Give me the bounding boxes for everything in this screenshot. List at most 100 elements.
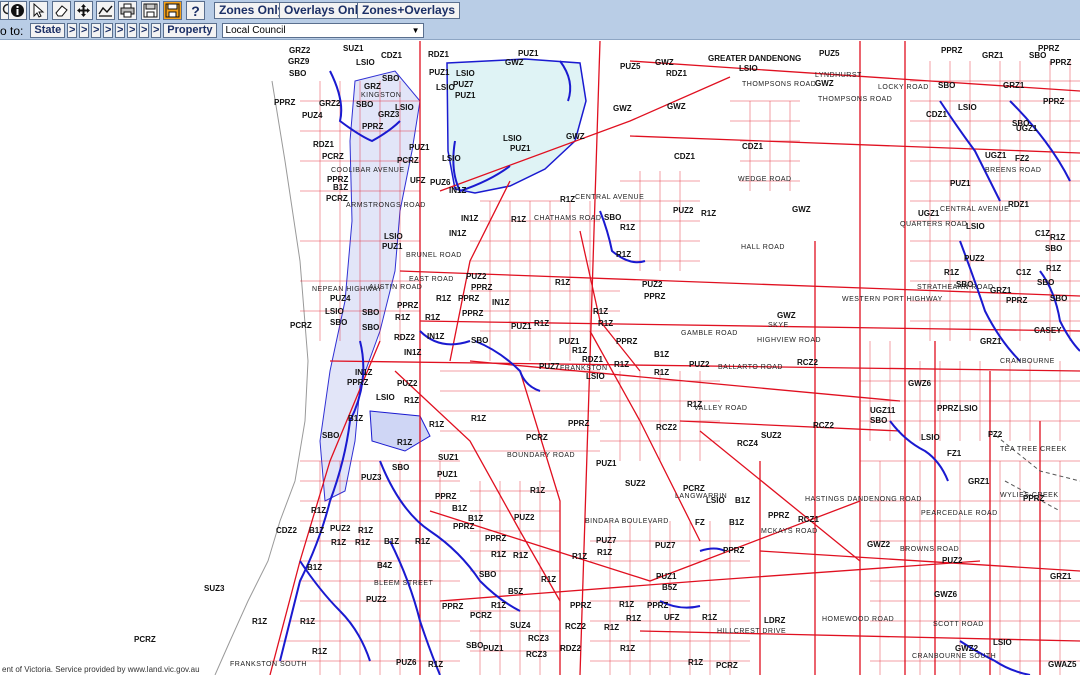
zone-label: GWZ — [777, 311, 796, 320]
road-label: BLEEM STREET — [374, 580, 434, 587]
road-label: LYNDHURST — [815, 72, 862, 79]
zone-label: PUZ2 — [964, 254, 985, 263]
zone-label: SBO — [471, 336, 489, 345]
property-button[interactable]: Property — [163, 23, 217, 38]
nav-arrow-button[interactable]: > — [79, 23, 90, 38]
nav-arrow-button[interactable]: > — [151, 23, 162, 38]
zone-label: SBO — [330, 318, 348, 327]
zone-label: PPRZ — [723, 546, 745, 555]
road-label: PEARCEDALE ROAD — [921, 510, 998, 517]
copyright-text: ent of Victoria. Service provided by www… — [0, 664, 202, 675]
zone-label: SBO — [479, 570, 497, 579]
zone-label: CASEY — [1034, 326, 1062, 335]
save-button[interactable] — [141, 1, 160, 20]
pan-tool-button[interactable] — [74, 1, 93, 20]
goto-bar: o to: State > > > > > > > > Property Loc… — [0, 23, 424, 38]
road-label: HILLCREST DRIVE — [717, 628, 787, 635]
zone-label: R1Z — [425, 313, 441, 322]
zone-label: LSIO — [325, 307, 344, 316]
zone-label: R1Z — [619, 600, 635, 609]
zone-label: PCRZ — [526, 433, 548, 442]
zone-label: PUZ2 — [330, 524, 351, 533]
zone-label: R1Z — [598, 319, 614, 328]
zone-label: R1Z — [1046, 264, 1062, 273]
zone-label: B1Z — [452, 504, 468, 513]
select-pointer-button[interactable] — [29, 1, 48, 20]
zone-label: PUZ3 — [361, 473, 382, 482]
zone-label: IN1Z — [427, 332, 445, 341]
layer-select-value: Local Council — [225, 25, 286, 36]
layer-select[interactable]: Local Council ▼ — [221, 23, 424, 38]
state-button[interactable]: State — [30, 23, 66, 38]
save-as-button[interactable] — [163, 1, 182, 20]
zone-label: PCRZ — [290, 321, 312, 330]
zone-label: R1Z — [415, 537, 431, 546]
zone-label: GRZ9 — [288, 57, 310, 66]
road-label: MCKAYS ROAD — [761, 528, 818, 535]
zone-label: GRZ1 — [982, 51, 1004, 60]
zone-label: R1Z — [620, 644, 636, 653]
eraser-button[interactable] — [52, 1, 71, 20]
zone-label: PPRZ — [570, 601, 592, 610]
pan-tool-icon — [77, 4, 90, 17]
zone-label: PPRZ — [647, 601, 669, 610]
help-button[interactable]: ? — [186, 1, 205, 20]
zone-label: R1Z — [701, 209, 717, 218]
zone-label: IN1Z — [355, 368, 373, 377]
planning-map[interactable]: GRZ2 SUZ1 RDZ1 PUZ1 PUZ5 GWZ PUZ5 PPRZ GRZ9 SBO CD… — [0, 41, 1080, 675]
zone-label: R1Z — [620, 223, 636, 232]
road-label: WYLIES CREEK — [1000, 492, 1059, 499]
zone-label: PUZ5 — [819, 49, 840, 58]
measure-tool-button[interactable] — [96, 1, 115, 20]
zone-label: PPRZ — [435, 492, 457, 501]
zones-overlays-button[interactable]: Zones+Overlays — [357, 2, 461, 19]
zone-label: RCZ2 — [656, 423, 677, 432]
zone-label: PUZ2 — [514, 513, 535, 522]
zone-label: LDRZ — [764, 616, 786, 625]
zone-label: RCZ3 — [526, 650, 547, 659]
nav-arrow-button[interactable]: > — [103, 23, 114, 38]
nav-arrow-button[interactable]: > — [91, 23, 102, 38]
zone-label: CDZ2 — [276, 526, 297, 535]
zone-label: B1Z — [729, 518, 745, 527]
zone-label: FZ2 — [1015, 154, 1030, 163]
zone-label: R1Z — [428, 660, 444, 669]
zone-label: GWZ2 — [867, 540, 891, 549]
zone-label: PUZ6 — [430, 178, 451, 187]
zone-label: R1Z — [252, 617, 268, 626]
zone-label: GWZ — [613, 104, 632, 113]
road-label: TEA TREE CREEK — [1000, 446, 1067, 453]
zone-label: R1Z — [397, 438, 413, 447]
zone-label: IN1Z — [461, 214, 479, 223]
zone-label: GWZ — [566, 132, 585, 141]
zone-label: GRZ1 — [1003, 81, 1025, 90]
zone-label: SBO — [1037, 278, 1055, 287]
info-tool-button[interactable] — [8, 1, 27, 20]
zone-label: RCZ2 — [813, 421, 834, 430]
zone-label: LSIO — [356, 58, 375, 67]
zone-label: PPRZ — [362, 122, 384, 131]
road-label: BINDARA BOULEVARD — [585, 518, 669, 525]
zone-label: SBO — [1050, 294, 1068, 303]
zone-label: R1Z — [572, 552, 588, 561]
zone-label: LSIO — [959, 404, 978, 413]
nav-arrow-button[interactable]: > — [139, 23, 150, 38]
zone-label: GWZ — [655, 58, 674, 67]
nav-arrow-button[interactable]: > — [115, 23, 126, 38]
chevron-down-icon: ▼ — [411, 26, 420, 35]
road-label: BRUNEL ROAD — [406, 252, 462, 259]
zone-label: SUZ2 — [625, 479, 646, 488]
zone-label: B1Z — [735, 496, 751, 505]
road-label: STRATHEARN ROAD — [917, 284, 994, 291]
zone-label: R1Z — [312, 647, 328, 656]
print-button[interactable] — [118, 1, 137, 20]
nav-arrow-button[interactable]: > — [67, 23, 78, 38]
nav-arrow-button[interactable]: > — [127, 23, 138, 38]
zone-label: GRZ — [364, 82, 381, 91]
zone-label: IN1Z — [449, 186, 467, 195]
zone-label: FZ2 — [988, 430, 1003, 439]
zone-label: PPRZ — [568, 419, 590, 428]
zone-label: R1Z — [404, 396, 420, 405]
road-label: SCOTT ROAD — [933, 621, 984, 628]
zone-label: PPRZ — [1006, 296, 1028, 305]
